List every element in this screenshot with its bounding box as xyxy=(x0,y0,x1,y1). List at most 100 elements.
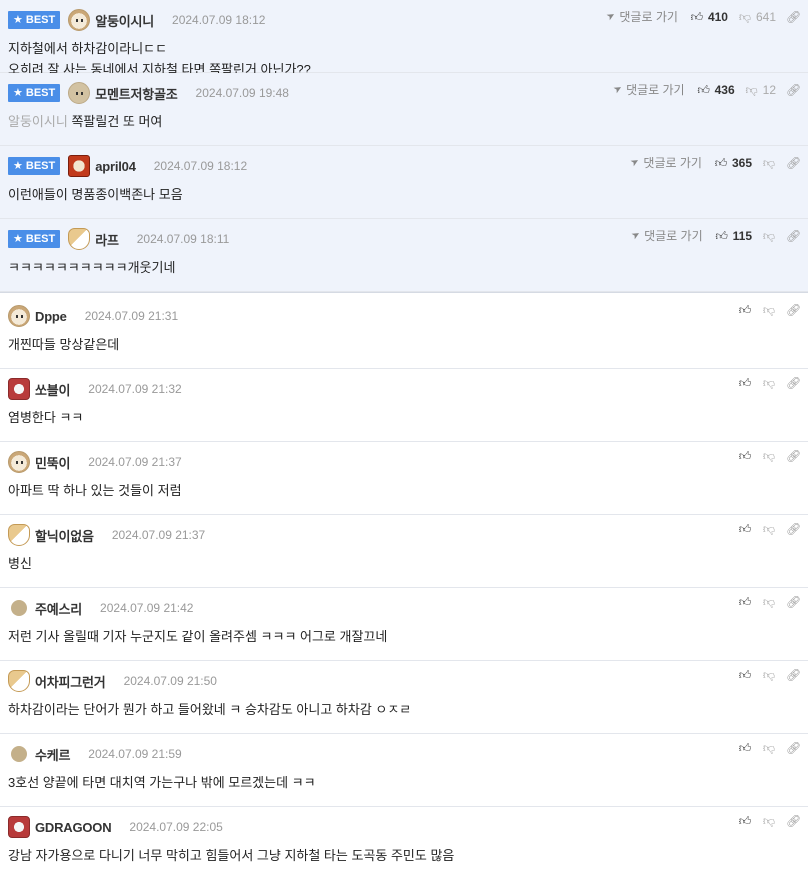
upvote-button[interactable]: 👍︎ 115 xyxy=(715,229,752,243)
dog-avatar[interactable] xyxy=(68,9,91,31)
link-icon[interactable]: 🔗︎ xyxy=(786,669,801,681)
comment-date: 2024.07.09 21:59 xyxy=(88,747,182,761)
thumbs-down-icon[interactable]: 👎︎ xyxy=(762,596,776,608)
send-arrow-icon: ➤ xyxy=(604,9,618,24)
comment-list: ★ BEST 알둥이시니 2024.07.09 18:12 지하철에서 하차감이라… xyxy=(0,0,808,880)
comment-nickname[interactable]: 어차피그런거 xyxy=(35,672,106,691)
dot-avatar[interactable] xyxy=(68,82,91,104)
comment-nickname[interactable]: 쏘블이 xyxy=(35,380,70,399)
reply-to-nickname[interactable]: 알둥이시니 xyxy=(8,114,68,129)
comment: 어차피그런거 2024.07.09 21:50 하차감이라는 단어가 뭔가 하고… xyxy=(0,661,808,734)
comment-date: 2024.07.09 21:50 xyxy=(123,674,217,688)
link-icon[interactable]: 🔗︎ xyxy=(786,450,801,462)
comment-nickname[interactable]: 수케르 xyxy=(35,745,70,764)
downvote-button[interactable]: 👎︎ 641 xyxy=(738,10,776,24)
dog-avatar[interactable] xyxy=(8,451,30,473)
best-badge: ★ BEST xyxy=(8,11,61,29)
thumbs-down-icon[interactable]: 👎︎ xyxy=(762,815,776,827)
best-badge: ★ BEST xyxy=(8,230,61,248)
link-icon[interactable]: 🔗︎ xyxy=(786,11,801,23)
comment-body: 개찐따들 망상같은데 xyxy=(8,337,120,352)
goto-comment-link[interactable]: ➤ 댓글로 가기 xyxy=(611,81,684,98)
thumbs-up-icon: 👍︎ xyxy=(697,82,710,97)
comment-date: 2024.07.09 18:12 xyxy=(153,159,248,173)
comment-nickname[interactable]: april04 xyxy=(95,159,136,174)
thumbs-down-icon: 👎︎ xyxy=(738,9,752,24)
fox-avatar[interactable] xyxy=(68,228,91,250)
thumbs-up-icon: 👍︎ xyxy=(714,155,728,170)
comment: 민뚝이 2024.07.09 21:37 아파트 딱 하나 있는 것들이 저럼 … xyxy=(0,442,808,515)
upvote-button[interactable]: 👍︎ 410 xyxy=(690,10,728,24)
comment-nickname[interactable]: GDRAGOON xyxy=(35,820,112,835)
thumbs-down-icon[interactable]: 👎︎ xyxy=(762,377,776,389)
comment-nickname[interactable]: 할닉이없음 xyxy=(35,526,94,545)
thumbs-down-icon[interactable]: 👎︎ xyxy=(762,742,776,754)
comment-date: 2024.07.09 21:37 xyxy=(88,455,182,469)
link-icon[interactable]: 🔗︎ xyxy=(786,157,801,169)
comment-nickname[interactable]: 알둥이시니 xyxy=(95,11,154,30)
star-icon: ★ xyxy=(13,232,23,245)
fox-avatar[interactable] xyxy=(8,670,30,692)
poodle-avatar[interactable] xyxy=(8,378,30,400)
comment: GDRAGOON 2024.07.09 22:05 강남 자가용으로 다니기 너… xyxy=(0,807,808,880)
link-icon[interactable]: 🔗︎ xyxy=(786,523,801,535)
comment-nickname[interactable]: Dppe xyxy=(35,309,67,324)
lion-avatar[interactable] xyxy=(68,155,91,177)
dot-avatar[interactable] xyxy=(11,746,27,762)
thumbs-up-icon[interactable]: 👍︎ xyxy=(738,304,752,316)
send-arrow-icon: ➤ xyxy=(629,228,643,243)
comment-nickname[interactable]: 주예스리 xyxy=(35,599,82,618)
thumbs-down-icon: 👎︎ xyxy=(745,82,758,97)
thumbs-up-icon[interactable]: 👍︎ xyxy=(738,815,752,827)
link-icon[interactable]: 🔗︎ xyxy=(786,84,801,96)
link-icon[interactable]: 🔗︎ xyxy=(786,230,801,242)
downvote-button[interactable]: 👎︎ 12 xyxy=(745,83,776,97)
comment-body: 염병한다 ㅋㅋ xyxy=(8,410,84,425)
thumbs-down-icon[interactable]: 👎︎ xyxy=(762,304,776,316)
thumbs-up-icon[interactable]: 👍︎ xyxy=(738,523,752,535)
best-badge: ★ BEST xyxy=(8,157,61,175)
comment: 할닉이없음 2024.07.09 21:37 병신 👍︎ 👎︎ 🔗︎ xyxy=(0,515,808,588)
link-icon[interactable]: 🔗︎ xyxy=(786,304,801,316)
send-arrow-icon: ➤ xyxy=(611,82,625,97)
link-icon[interactable]: 🔗︎ xyxy=(786,377,801,389)
dog-avatar[interactable] xyxy=(8,305,30,327)
comment-body: 아파트 딱 하나 있는 것들이 저럼 xyxy=(8,483,182,498)
goto-comment-link[interactable]: ➤ 댓글로 가기 xyxy=(629,227,703,244)
poodle-avatar[interactable] xyxy=(8,816,30,838)
comment-nickname[interactable]: 모멘트저항골조 xyxy=(95,84,178,103)
comment-nickname[interactable]: 라프 xyxy=(95,230,119,249)
comment: Dppe 2024.07.09 21:31 개찐따들 망상같은데 👍︎ 👎︎ 🔗… xyxy=(0,296,808,369)
thumbs-up-icon[interactable]: 👍︎ xyxy=(738,742,752,754)
comment-nickname[interactable]: 민뚝이 xyxy=(35,453,70,472)
comment: 쏘블이 2024.07.09 21:32 염병한다 ㅋㅋ 👍︎ 👎︎ 🔗︎ xyxy=(0,369,808,442)
best-comment: ★ BEST 모멘트저항골조 2024.07.09 19:48 알둥이시니 쪽팔릴… xyxy=(0,73,808,146)
thumbs-down-icon[interactable]: 👎︎ xyxy=(762,669,776,681)
thumbs-up-icon[interactable]: 👍︎ xyxy=(738,669,752,681)
link-icon[interactable]: 🔗︎ xyxy=(786,815,801,827)
thumbs-up-icon[interactable]: 👍︎ xyxy=(738,377,752,389)
goto-comment-link[interactable]: ➤ 댓글로 가기 xyxy=(629,154,702,171)
thumbs-up-icon[interactable]: 👍︎ xyxy=(738,596,752,608)
thumbs-down-icon[interactable]: 👎︎ xyxy=(762,523,776,535)
comment-body: 하차감이라는 단어가 뭔가 하고 들어왔네 ㅋ 승차감도 아니고 하차감 ㅇㅈㄹ xyxy=(8,702,412,717)
downvote-button[interactable]: 👎︎ xyxy=(762,230,776,242)
best-comment: ★ BEST 알둥이시니 2024.07.09 18:12 지하철에서 하차감이라… xyxy=(0,0,808,77)
goto-comment-link[interactable]: ➤ 댓글로 가기 xyxy=(604,8,678,25)
comment: 수케르 2024.07.09 21:59 3호선 양끝에 타면 대치역 가는구나… xyxy=(0,734,808,807)
comment-date: 2024.07.09 22:05 xyxy=(129,820,223,834)
link-icon[interactable]: 🔗︎ xyxy=(786,742,801,754)
link-icon[interactable]: 🔗︎ xyxy=(786,596,801,608)
thumbs-down-icon: 👎︎ xyxy=(762,228,776,243)
comment-body: 이런애들이 명품종이백존나 모음 xyxy=(8,187,183,202)
star-icon: ★ xyxy=(13,86,23,99)
fox-avatar[interactable] xyxy=(8,524,30,546)
dot-avatar[interactable] xyxy=(11,600,27,616)
thumbs-up-icon[interactable]: 👍︎ xyxy=(738,450,752,462)
thumbs-up-icon: 👍︎ xyxy=(715,228,728,243)
downvote-button[interactable]: 👎︎ xyxy=(762,157,776,169)
star-icon: ★ xyxy=(13,13,23,26)
upvote-button[interactable]: 👍︎ 365 xyxy=(714,156,752,170)
thumbs-down-icon[interactable]: 👎︎ xyxy=(762,450,776,462)
upvote-button[interactable]: 👍︎ 436 xyxy=(697,82,734,97)
